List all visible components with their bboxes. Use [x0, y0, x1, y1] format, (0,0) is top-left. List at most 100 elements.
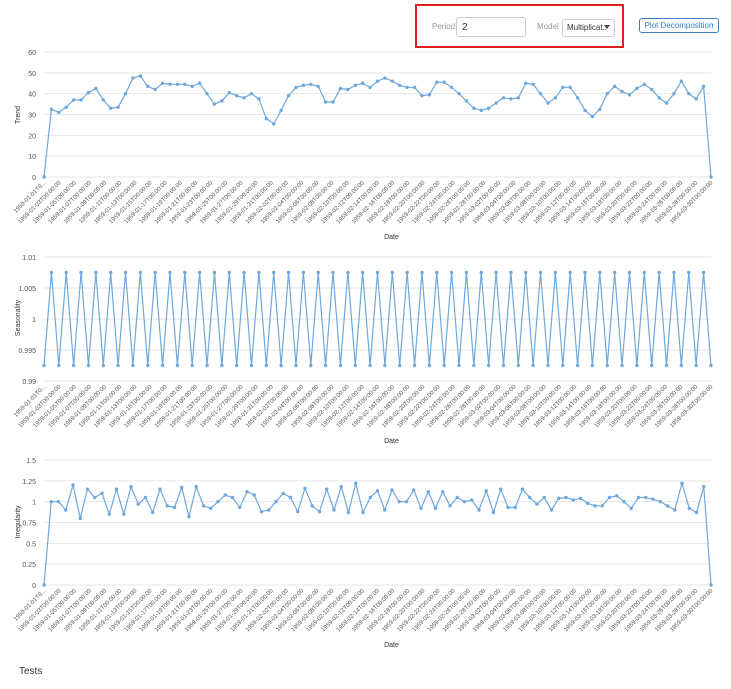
data-point: [272, 270, 276, 275]
data-point: [442, 363, 446, 368]
data-point: [455, 495, 459, 500]
data-point: [494, 270, 498, 275]
data-point: [227, 270, 231, 275]
data-point: [267, 508, 271, 512]
data-point: [252, 493, 256, 497]
model-select[interactable]: Multiplicat...: [562, 19, 615, 37]
data-point: [404, 499, 409, 504]
data-point: [331, 100, 335, 104]
data-point: [151, 510, 155, 515]
data-point: [205, 363, 209, 368]
data-point: [509, 97, 513, 101]
data-point: [491, 510, 496, 515]
data-point: [546, 101, 550, 105]
y-tick-label: 20: [28, 133, 36, 140]
data-point: [694, 363, 698, 368]
data-point: [361, 510, 365, 515]
data-point: [129, 484, 133, 489]
y-tick-label: 0: [32, 583, 36, 590]
data-point: [175, 363, 180, 368]
data-point: [486, 363, 491, 368]
data-point: [183, 270, 187, 275]
data-point: [274, 499, 278, 504]
data-point: [153, 270, 157, 275]
data-point: [368, 363, 372, 368]
data-point: [160, 81, 165, 85]
data-point: [687, 506, 691, 511]
data-point: [553, 96, 558, 100]
data-point: [323, 100, 328, 104]
data-point: [427, 363, 432, 368]
data-point: [557, 496, 561, 501]
data-point: [325, 487, 329, 491]
y-tick-label: 0.75: [22, 521, 36, 528]
data-point: [332, 508, 336, 512]
series-line: [43, 75, 712, 178]
data-point: [338, 363, 343, 368]
data-point: [94, 270, 98, 275]
data-point: [71, 98, 76, 102]
data-point: [316, 270, 320, 275]
data-point: [635, 363, 639, 368]
data-point: [664, 363, 669, 368]
data-point: [477, 508, 481, 512]
data-point: [288, 495, 293, 500]
y-tick-label: 1: [32, 317, 36, 324]
data-point: [650, 363, 654, 368]
data-point: [301, 83, 306, 88]
data-point: [553, 270, 558, 275]
data-point: [513, 505, 517, 510]
data-point: [479, 108, 483, 113]
y-tick-label: 0: [32, 175, 36, 182]
y-axis-label: Trend: [15, 106, 22, 124]
data-point: [448, 504, 452, 508]
trend-chart: 0102030405060Trend1959-01-01T0...1959-01…: [13, 50, 715, 241]
data-point: [93, 495, 97, 500]
data-point: [85, 487, 90, 491]
data-point: [605, 363, 609, 368]
data-point: [390, 488, 394, 492]
data-point: [109, 270, 113, 275]
x-axis-label: Date: [384, 642, 399, 649]
data-point: [42, 583, 46, 587]
data-point: [368, 85, 372, 90]
data-point: [234, 94, 239, 98]
data-point: [190, 363, 194, 368]
data-point: [346, 510, 351, 515]
data-point: [564, 495, 568, 500]
data-point: [427, 93, 432, 97]
data-point: [368, 495, 372, 500]
data-point: [694, 97, 698, 101]
data-point: [479, 270, 483, 275]
data-point: [146, 363, 150, 368]
data-point: [538, 270, 543, 275]
data-point: [516, 363, 521, 368]
data-point: [571, 498, 575, 502]
data-point: [216, 499, 220, 504]
data-point: [419, 506, 423, 511]
data-point: [245, 489, 249, 494]
data-point: [412, 363, 417, 368]
data-point: [49, 499, 53, 504]
period-input[interactable]: [456, 17, 526, 37]
data-point: [472, 363, 476, 368]
data-point: [620, 363, 624, 368]
data-point: [383, 76, 387, 80]
data-point: [590, 114, 595, 119]
plot-decomposition-button[interactable]: Plot Decomposition: [639, 18, 719, 33]
data-point: [64, 105, 68, 109]
data-point: [294, 363, 298, 368]
data-point: [310, 504, 314, 508]
tests-heading: Tests: [19, 666, 43, 677]
data-point: [323, 363, 328, 368]
data-point: [709, 363, 713, 368]
data-point: [138, 270, 143, 275]
data-point: [627, 93, 632, 97]
irregularity-chart: 00.250.50.7511.251.5Irregularity1959-01-…: [13, 458, 715, 649]
data-point: [123, 270, 128, 275]
model-select-value: Multiplicat...: [567, 23, 607, 32]
data-point: [642, 270, 646, 275]
y-tick-label: 1.25: [22, 479, 36, 486]
data-point: [501, 96, 506, 100]
data-point: [535, 502, 539, 506]
